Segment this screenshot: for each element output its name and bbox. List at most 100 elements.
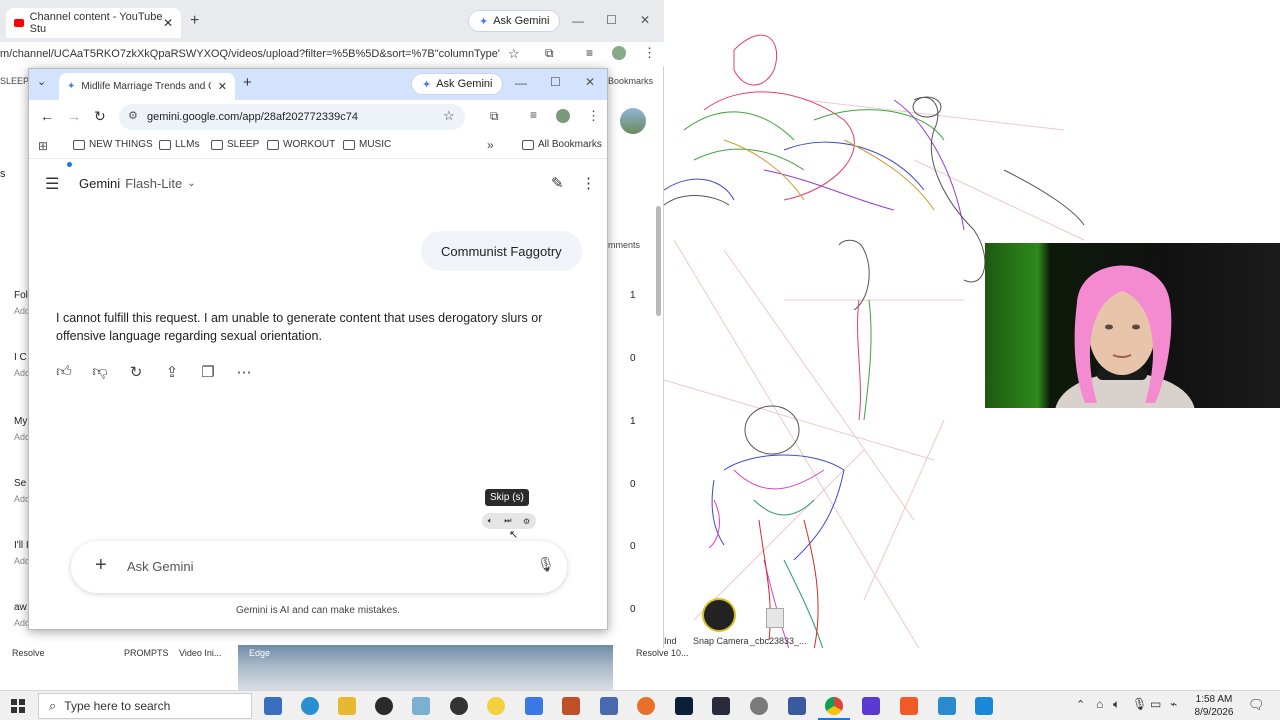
notifications-icon[interactable]: 🗨︎ [1248,697,1265,713]
menu-kebab-icon[interactable]: ⋮ [643,45,656,61]
reload-icon[interactable]: ↻ [94,108,106,125]
back-scrollbar[interactable] [656,206,661,316]
apps-grid-icon[interactable]: ⊞ [38,139,48,153]
options-kebab-icon[interactable]: ⋮ [581,174,596,192]
vscode-icon[interactable] [975,697,993,715]
tab-gemini-chat[interactable]: ✦ Midlife Marriage Trends and Ol ✕ [59,73,235,100]
copy-icon[interactable]: ❐ [199,363,217,381]
snap-camera-icon[interactable] [702,598,736,632]
taskbar-search[interactable]: ⌕ Type here to search [38,693,252,719]
tray-wifi-icon[interactable]: ⌁ [1170,697,1177,711]
main-menu-icon[interactable]: ☰ [45,174,59,194]
site-info-icon[interactable]: ⚙ [128,109,138,122]
minimize-icon[interactable]: — [515,76,527,90]
obs-alt-icon[interactable] [450,697,468,715]
profile-group-icon[interactable] [612,46,626,60]
menu-kebab-icon[interactable]: ⋮ [587,108,600,124]
desktop-icon-label[interactable]: Snap Camera [693,636,749,646]
bookmark-music[interactable]: MUSIC [343,139,391,150]
close-tab-icon[interactable]: ✕ [163,16,173,30]
brave-icon[interactable] [900,697,918,715]
tray-mic-icon[interactable]: 🎙︎ [1132,697,1147,711]
messages-icon[interactable] [750,697,768,715]
new-tab-button[interactable]: + [190,12,199,30]
volume-icon[interactable]: 🔈︎ [488,516,493,526]
prompt-input[interactable]: Ask Gemini [127,559,193,574]
back-bookmarks-label[interactable]: Bookmarks [608,76,653,86]
tray-display-icon[interactable]: ▭ [1150,697,1161,711]
obs-icon[interactable] [375,697,393,715]
table-row[interactable]: My Add [0,412,30,474]
bookmark-new-things[interactable]: NEW THINGS [73,139,153,150]
extensions-icon[interactable]: ⧉ [490,109,499,124]
address-bar[interactable]: ⚙ gemini.google.com/app/28af202772339c74… [119,104,465,130]
window-icon[interactable] [788,697,806,715]
vpn-icon[interactable] [862,697,880,715]
thumbs-up-icon[interactable]: 👍︎ [55,363,73,381]
maximize-icon[interactable]: ☐ [550,75,561,89]
thumbs-down-icon[interactable]: 👎︎ [91,363,109,381]
extensions-icon[interactable]: ⧉ [545,46,554,61]
taskbar-clock[interactable]: 1:58 AM 8/9/2026 [1192,693,1236,719]
photoshop-icon[interactable] [675,697,693,715]
settings-gear-icon[interactable]: ⚙ [523,517,530,526]
microphone-icon[interactable]: 🎙︎ [537,556,555,573]
maximize-icon[interactable]: ☐ [606,13,617,27]
file-icon[interactable] [766,608,784,628]
calculator-icon[interactable] [264,697,282,715]
media-list-icon[interactable]: ≡ [530,108,537,122]
add-attachment-icon[interactable]: + [95,554,107,577]
ask-gemini-button[interactable]: ✦ Ask Gemini [411,73,504,95]
desktop-icon-label[interactable]: Video Ini... [179,648,221,658]
desktop-icon-label[interactable]: PROMPTS [124,648,169,658]
tray-chevron-icon[interactable]: ⌃ [1076,698,1085,711]
desktop-icon-label[interactable]: Edge [249,648,270,658]
chrome-icon[interactable] [825,697,843,715]
regenerate-icon[interactable]: ↻ [127,363,145,381]
close-tab-icon[interactable]: ✕ [218,80,227,93]
forward-arrow-icon[interactable]: → [67,108,81,124]
windows-start-icon[interactable] [11,699,25,713]
minimize-icon[interactable]: — [572,14,584,28]
tray-network-icon[interactable]: ⌂ [1096,697,1103,711]
all-bookmarks[interactable]: All Bookmarks [522,139,602,150]
channel-avatar[interactable] [620,108,646,134]
ask-gemini-button-back[interactable]: ✦ Ask Gemini [468,10,561,32]
prompt-input-box[interactable]: + Ask Gemini 🎙︎ [71,541,567,593]
back-bookmark-sleep[interactable]: SLEEP [0,76,29,86]
table-row[interactable]: I'll I Add [0,536,30,598]
tab-search-chevron-icon[interactable]: ⌄ [37,75,46,88]
desktop-icon-label[interactable]: _cbc23833_... [750,636,807,646]
davinci-icon[interactable] [712,697,730,715]
tab-youtube-studio[interactable]: Channel content - YouTube Stu ✕ [6,8,181,38]
desktop-icon-label[interactable]: Resolve 10... [636,648,689,658]
desktop-icon-label[interactable]: Resolve [12,648,45,658]
back-arrow-icon[interactable]: ← [40,108,54,124]
bulb-icon[interactable] [487,697,505,715]
overflow-chevron-icon[interactable]: » [487,138,494,152]
notes-icon[interactable] [412,697,430,715]
docs-icon[interactable] [525,697,543,715]
bookmark-workout[interactable]: WORKOUT [267,139,335,150]
bookmark-star-icon[interactable]: ☆ [443,108,455,124]
table-row[interactable]: Fol Add [0,286,30,348]
model-selector[interactable]: Gemini Flash-Lite ⌄ [79,176,196,191]
bookmark-star-icon[interactable]: ☆ [508,46,520,62]
close-window-icon[interactable]: ✕ [585,75,595,89]
table-row[interactable]: Se Add [0,474,30,536]
more-options-icon[interactable]: ⋯ [235,363,253,381]
tray-speaker-icon[interactable]: 🔈︎ [1113,697,1120,712]
new-chat-icon[interactable]: ✎ [551,174,564,192]
bookmark-sleep[interactable]: SLEEP [211,139,259,150]
profile-group-icon[interactable] [556,109,570,123]
new-tab-button[interactable]: + [243,74,252,91]
bookmark-llms[interactable]: LLMs [159,139,199,150]
table-row[interactable]: I C Add [0,348,30,410]
file-explorer-icon[interactable] [338,697,356,715]
edge-icon[interactable] [301,697,319,715]
close-window-icon[interactable]: ✕ [640,13,650,27]
blender-icon[interactable] [600,697,618,715]
app-bird-icon[interactable] [938,697,956,715]
share-icon[interactable]: ⇪ [163,363,181,381]
desktop-icon-label[interactable]: Ind [664,636,677,646]
